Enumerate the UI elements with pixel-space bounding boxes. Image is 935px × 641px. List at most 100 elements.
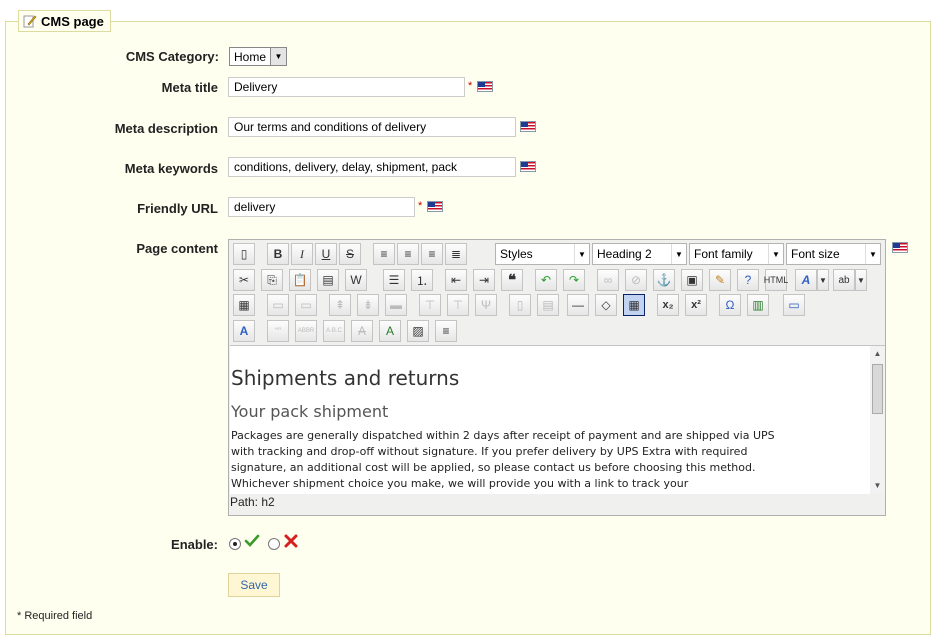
bold-icon[interactable]: B <box>267 243 289 265</box>
deletion-icon[interactable]: A <box>351 320 373 342</box>
image-icon[interactable]: ▣ <box>681 269 703 291</box>
friendly-url-input[interactable] <box>228 197 415 217</box>
category-value: Home <box>234 49 267 64</box>
category-select[interactable]: Home ▼ <box>229 47 288 66</box>
align-right-icon[interactable]: ≡ <box>421 243 443 265</box>
font-family-dropdown[interactable]: Font family ▼ <box>689 243 784 265</box>
style-props-icon[interactable]: A <box>233 320 255 342</box>
font-size-dropdown-label: Font size <box>791 247 840 261</box>
chevron-down-icon: ▼ <box>270 48 287 65</box>
paste-icon[interactable]: 📋 <box>289 269 311 291</box>
meta-keywords-input[interactable] <box>228 157 516 177</box>
us-flag-icon[interactable] <box>520 121 536 132</box>
merge-cells-icon[interactable]: ▤ <box>537 294 559 316</box>
chevron-down-icon: ▼ <box>671 244 686 264</box>
category-label: CMS Category: <box>125 49 219 64</box>
chevron-down-icon[interactable]: ▼ <box>817 269 829 291</box>
editor-content-area[interactable]: Shipments and returns Your pack shipment… <box>230 345 870 494</box>
insert-column-before-icon[interactable]: ⊤ <box>419 294 441 316</box>
paste-word-icon[interactable]: W <box>345 269 367 291</box>
special-char-icon[interactable]: Ω <box>719 294 741 316</box>
pencil-page-icon <box>23 14 37 28</box>
fieldset-legend: CMS page <box>18 10 111 32</box>
content-paragraph: Packages are generally dispatched within… <box>231 429 775 490</box>
split-cells-icon[interactable]: ▯ <box>509 294 531 316</box>
align-left-icon[interactable]: ≡ <box>373 243 395 265</box>
align-justify-icon[interactable]: ≣ <box>445 243 467 265</box>
delete-row-icon[interactable]: ▬ <box>385 294 407 316</box>
visual-chars-icon[interactable]: ≡ <box>435 320 457 342</box>
footnote-text: * Required field <box>17 610 93 622</box>
italic-icon[interactable]: I <box>291 243 313 265</box>
abbreviation-icon[interactable]: ABBR <box>295 320 317 342</box>
font-size-dropdown[interactable]: Font size ▼ <box>786 243 881 265</box>
underline-icon[interactable]: U <box>315 243 337 265</box>
paste-text-icon[interactable]: ▤ <box>317 269 339 291</box>
insertion-icon[interactable]: A <box>379 320 401 342</box>
us-flag-icon[interactable] <box>892 242 908 253</box>
meta-description-input[interactable] <box>228 117 516 137</box>
media-icon[interactable]: ▥ <box>747 294 769 316</box>
meta-title-input[interactable] <box>228 77 465 97</box>
text-color-icon[interactable]: A <box>795 269 817 291</box>
subscript-icon[interactable]: x₂ <box>657 294 679 316</box>
required-field-note: * Required field <box>17 610 92 622</box>
format-dropdown[interactable]: Heading 2 ▼ <box>592 243 687 265</box>
page-content-label: Page content <box>136 241 218 256</box>
legend-title: CMS page <box>41 13 104 29</box>
eraser-icon[interactable]: ◇ <box>595 294 617 316</box>
cleanup-icon[interactable]: ✎ <box>709 269 731 291</box>
cite-icon[interactable]: “” <box>267 320 289 342</box>
us-flag-icon[interactable] <box>520 161 536 172</box>
meta-title-label: Meta title <box>161 80 218 95</box>
numbered-list-icon[interactable]: ⒈ <box>411 269 433 291</box>
help-icon[interactable]: ? <box>737 269 759 291</box>
us-flag-icon[interactable] <box>427 201 443 212</box>
required-marker: * <box>418 200 423 212</box>
html-source-icon[interactable]: HTML <box>764 269 788 291</box>
table-row-props-icon[interactable]: ▭ <box>267 294 289 316</box>
copy-icon[interactable]: ⎘ <box>261 269 283 291</box>
anchor-icon[interactable]: ⚓ <box>653 269 675 291</box>
superscript-icon[interactable]: x² <box>685 294 707 316</box>
outdent-icon[interactable]: ⇤ <box>445 269 467 291</box>
enable-no-radio[interactable] <box>268 538 280 550</box>
fullscreen-icon[interactable]: ▭ <box>783 294 805 316</box>
unlink-icon[interactable]: ⊘ <box>625 269 647 291</box>
blockquote-icon[interactable]: ❝ <box>501 269 523 291</box>
bullet-list-icon[interactable]: ☰ <box>383 269 405 291</box>
redo-icon[interactable]: ↷ <box>563 269 585 291</box>
insert-row-after-icon[interactable]: ⇟ <box>357 294 379 316</box>
delete-column-icon[interactable]: Ψ <box>475 294 497 316</box>
friendly-url-label: Friendly URL <box>137 201 218 216</box>
undo-icon[interactable]: ↶ <box>535 269 557 291</box>
scrollbar-thumb[interactable] <box>872 364 883 414</box>
insert-row-before-icon[interactable]: ⇞ <box>329 294 351 316</box>
styles-dropdown[interactable]: Styles ▼ <box>495 243 590 265</box>
chevron-down-icon[interactable]: ▼ <box>855 269 867 291</box>
enable-yes-radio[interactable] <box>229 538 241 550</box>
horizontal-rule-icon[interactable]: — <box>567 294 589 316</box>
table-cell-props-icon[interactable]: ▭ <box>295 294 317 316</box>
link-icon[interactable]: ∞ <box>597 269 619 291</box>
new-document-icon[interactable]: ▯ <box>233 243 255 265</box>
insert-column-after-icon[interactable]: ⊤ <box>447 294 469 316</box>
strikethrough-icon[interactable]: S <box>339 243 361 265</box>
us-flag-icon[interactable] <box>477 81 493 92</box>
save-button[interactable]: Save <box>228 573 280 597</box>
scroll-down-icon[interactable]: ▼ <box>870 478 885 492</box>
align-center-icon[interactable]: ≡ <box>397 243 419 265</box>
chevron-down-icon: ▼ <box>574 244 589 264</box>
acronym-icon[interactable]: A.B.C <box>323 320 345 342</box>
content-subheading: Your pack shipment <box>231 402 389 421</box>
highlight-color-icon[interactable]: ab <box>833 269 855 291</box>
font-family-dropdown-label: Font family <box>694 247 753 261</box>
table-icon[interactable]: ▦ <box>623 294 645 316</box>
template-icon[interactable]: ▦ <box>233 294 255 316</box>
attributes-icon[interactable]: ▨ <box>407 320 429 342</box>
editor-path: Path: h2 <box>230 495 275 509</box>
editor-scrollbar[interactable]: ▲ ▼ <box>870 345 885 493</box>
indent-icon[interactable]: ⇥ <box>473 269 495 291</box>
scroll-up-icon[interactable]: ▲ <box>870 346 885 360</box>
cut-icon[interactable]: ✂ <box>233 269 255 291</box>
